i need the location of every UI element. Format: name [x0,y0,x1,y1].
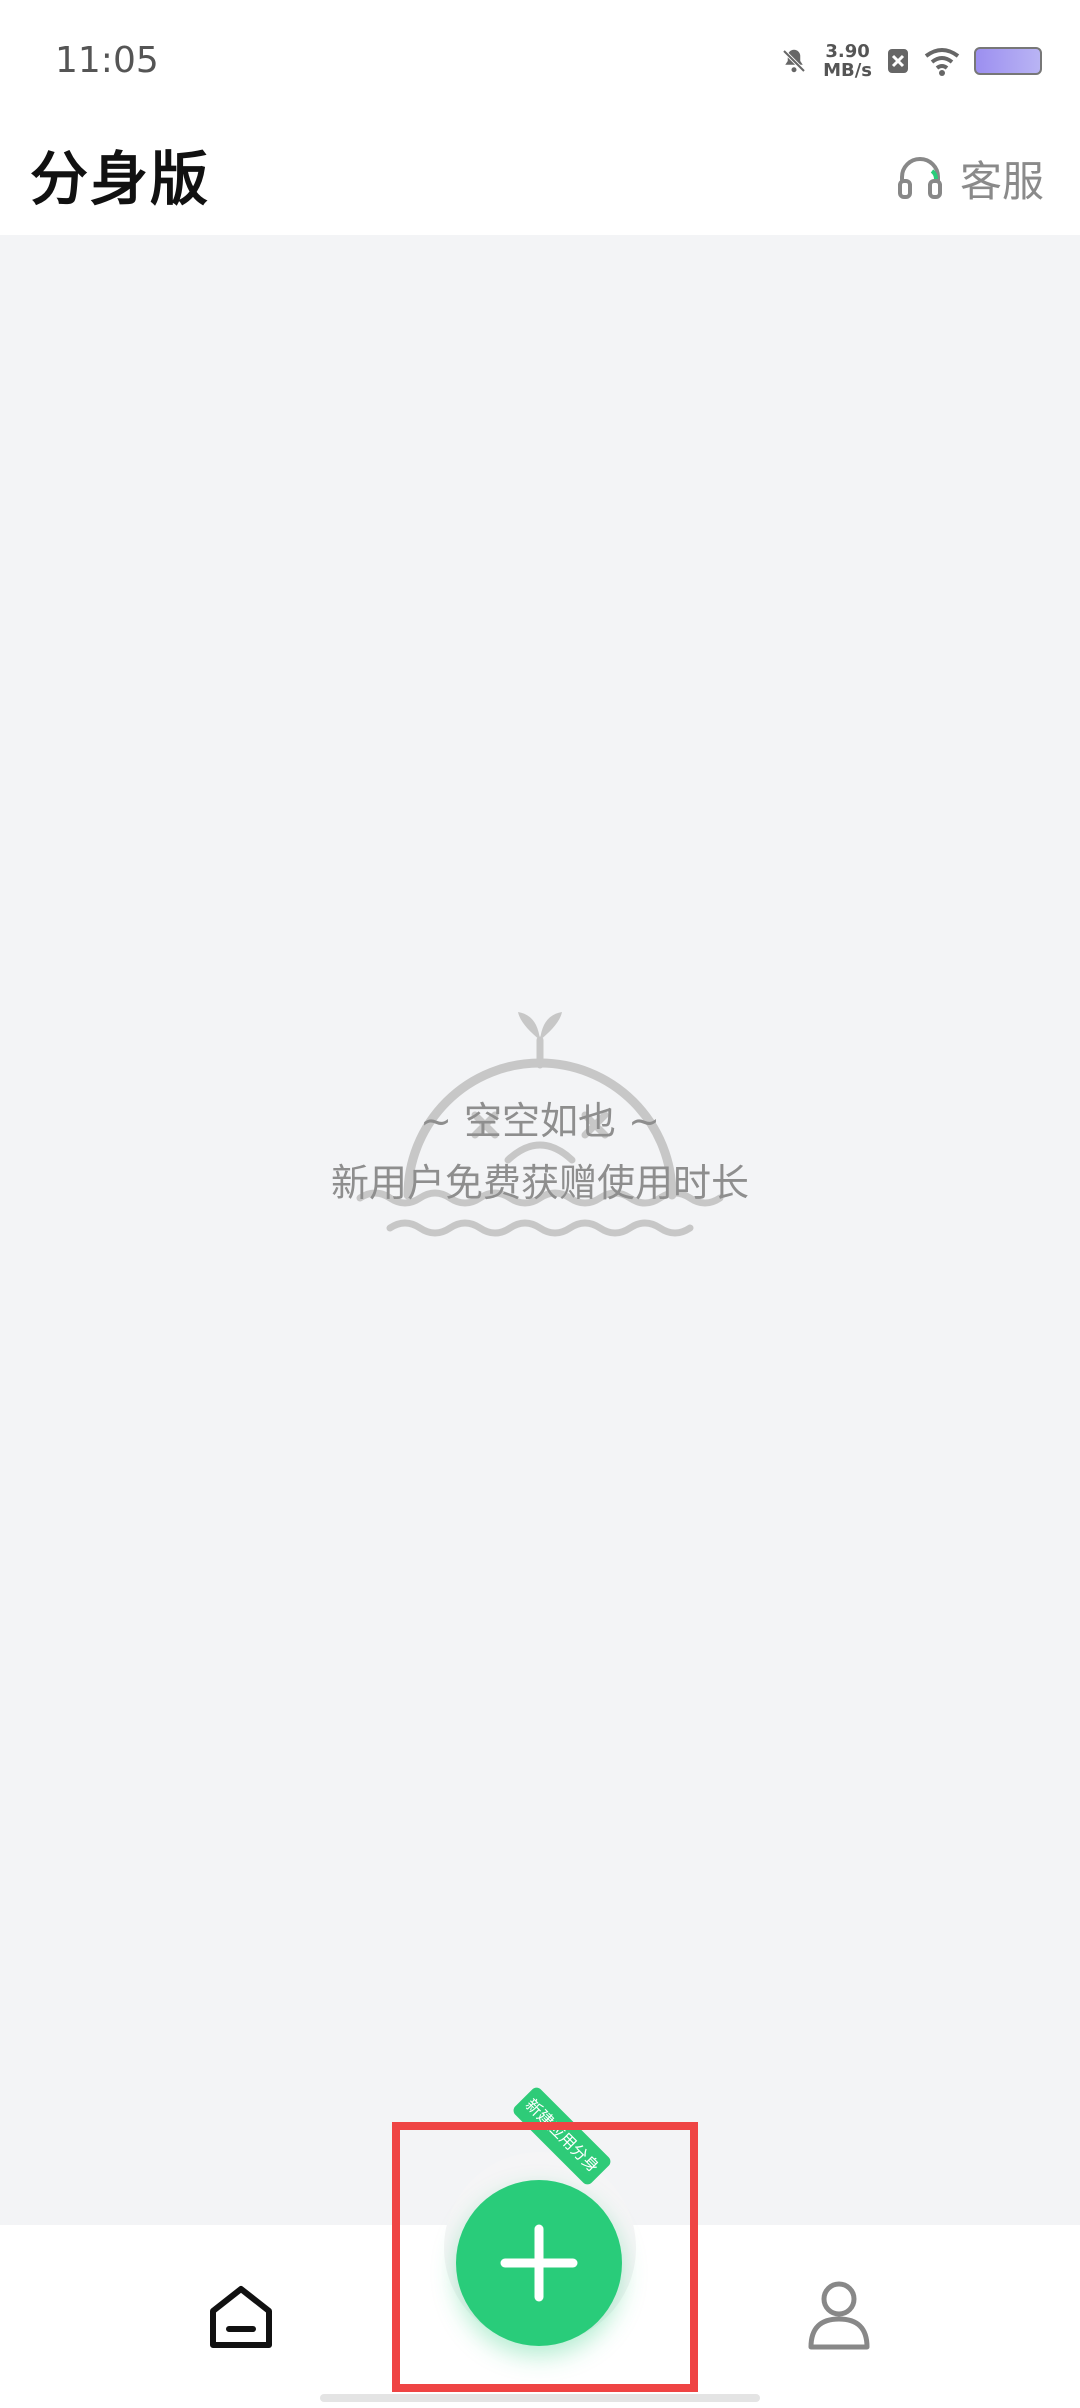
customer-service-label: 客服 [959,157,1044,206]
silent-bell-icon [782,49,806,73]
no-sim-icon [888,49,908,73]
home-indicator [320,2394,760,2402]
network-speed-unit: MB/s [823,60,872,81]
customer-service-button[interactable]: 客服 [894,148,1044,209]
profile-icon[interactable] [803,2277,875,2353]
empty-state-title: ~ 空空如也 ~ [420,1099,660,1143]
status-icons: 3.90 MB/s [779,42,1042,80]
wifi-icon [924,48,960,76]
page-title: 分身版 [30,145,211,213]
empty-state-subtitle: 新用户免费获赠使用时长 [330,1161,749,1205]
headset-icon [897,156,942,199]
status-time: 11:05 [55,40,159,81]
highlight-box [392,2122,698,2392]
network-speed: 3.90 MB/s [823,42,872,80]
battery-icon [974,47,1042,75]
main-content [0,235,1080,2225]
app-bar: 分身版 客服 [0,120,1080,235]
home-icon[interactable] [205,2281,277,2353]
status-bar: 11:05 3.90 MB/s [0,0,1080,120]
network-speed-value: 3.90 [825,41,870,62]
